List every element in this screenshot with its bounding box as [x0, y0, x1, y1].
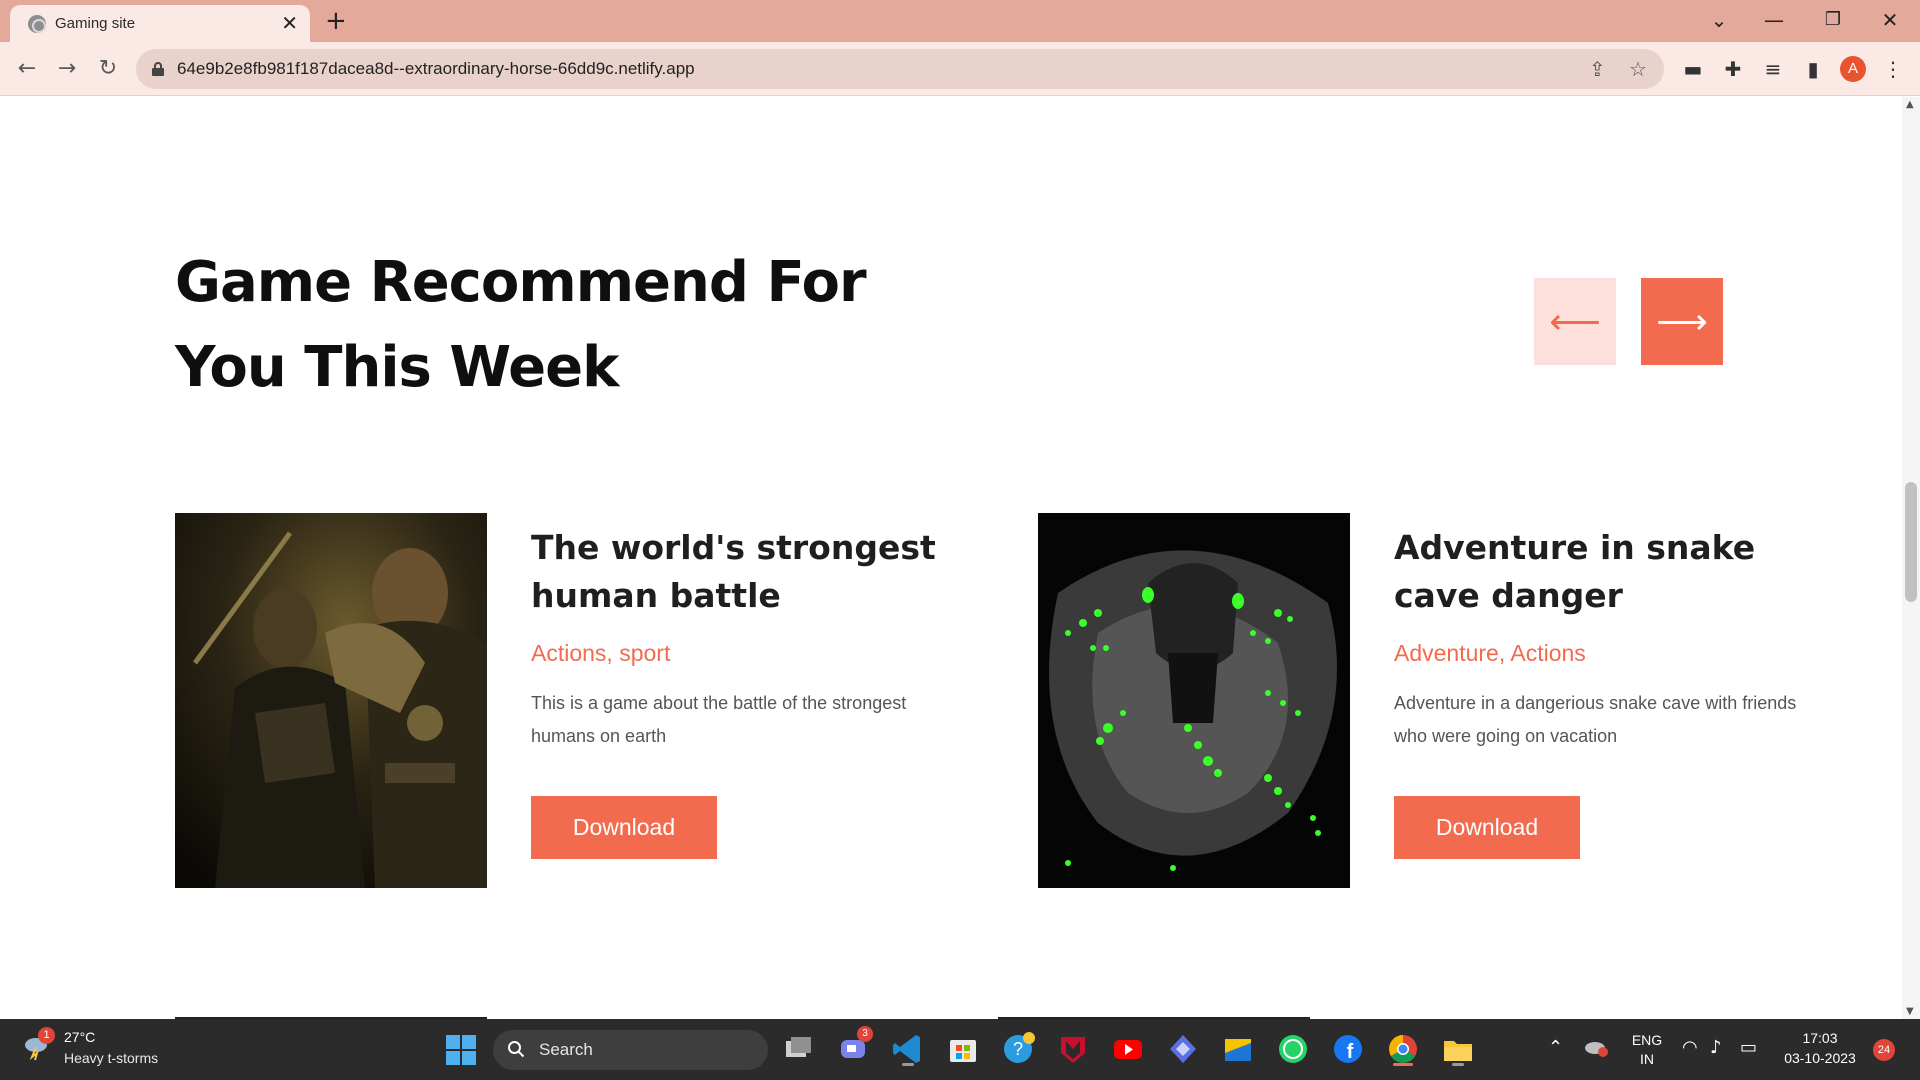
help-icon[interactable]: ? — [1000, 1031, 1036, 1067]
volume-icon[interactable]: ♪ — [1710, 1037, 1722, 1058]
svg-text:f: f — [1347, 1041, 1354, 1063]
card-2-download-button[interactable]: Download — [1394, 796, 1580, 859]
minimize-button[interactable]: — — [1754, 4, 1794, 36]
mcafee-icon[interactable] — [1055, 1031, 1091, 1067]
svg-text:?: ? — [1013, 1039, 1023, 1059]
show-hidden-icons-chevron-icon[interactable]: ⌃ — [1548, 1037, 1563, 1058]
scrollbar-thumb[interactable] — [1905, 482, 1917, 602]
taskbar-search-box[interactable]: Search — [493, 1030, 768, 1070]
windows-start-icon[interactable] — [446, 1035, 476, 1065]
address-bar[interactable]: 64e9b2e8fb981f187dacea8d--extraordinary-… — [136, 49, 1664, 89]
whatsapp-icon[interactable] — [1275, 1031, 1311, 1067]
scroll-up-arrow-icon[interactable]: ▲ — [1906, 99, 1914, 110]
notification-count-badge[interactable]: 24 — [1873, 1039, 1895, 1061]
heading-line-2: You This Week — [175, 335, 619, 400]
language-indicator-line1[interactable]: ENG — [1630, 1032, 1664, 1048]
reload-icon[interactable]: ↻ — [93, 54, 123, 84]
new-tab-button[interactable]: + — [325, 6, 347, 36]
search-placeholder: Search — [539, 1040, 593, 1059]
section-heading: Game Recommend For You This Week — [175, 240, 935, 410]
scroll-down-arrow-icon[interactable]: ▼ — [1906, 1006, 1914, 1017]
forward-arrow-icon[interactable]: → — [52, 54, 82, 84]
tab-title: Gaming site — [55, 15, 136, 32]
teams-chat-icon[interactable]: 3 — [835, 1026, 873, 1067]
weather-description[interactable]: Heavy t-storms — [64, 1050, 158, 1066]
page-scrollbar[interactable]: ▲ ▼ — [1902, 97, 1920, 1019]
profile-avatar[interactable]: A — [1840, 56, 1866, 82]
onedrive-error-icon[interactable] — [1582, 1033, 1610, 1061]
tab-search-chevron-icon[interactable]: ⌄ — [1699, 4, 1739, 36]
kebab-menu-icon[interactable]: ⋮ — [1878, 54, 1908, 84]
browser-tab-active[interactable]: Gaming site ✕ — [10, 5, 310, 42]
globe-favicon-icon — [28, 15, 46, 33]
page-viewport: Game Recommend For You This Week ⟵ ⟶ The… — [0, 97, 1902, 1019]
close-window-button[interactable]: ✕ — [1870, 4, 1910, 36]
weather-temperature[interactable]: 27°C — [64, 1029, 95, 1045]
action-fighters-image — [175, 513, 487, 888]
card-1-description: This is a game about the battle of the s… — [531, 693, 907, 746]
file-explorer-icon[interactable] — [1440, 1031, 1476, 1067]
windows-taskbar: 1 27°C Heavy t-storms Search 3 ? f ⌃ ENG… — [0, 1019, 1920, 1080]
browser-toolbar: ← → ↻ 64e9b2e8fb981f187dacea8d--extraord… — [0, 42, 1920, 96]
card-2-genre: Adventure, Actions — [1394, 640, 1586, 666]
card-1-title[interactable]: The world's strongest human battle — [531, 524, 951, 620]
cast-icon[interactable]: ▬ — [1678, 54, 1708, 84]
tab-close-icon[interactable]: ✕ — [281, 11, 298, 35]
media-control-icon[interactable]: ≡ — [1758, 54, 1788, 84]
battery-icon[interactable]: ▭ — [1740, 1037, 1757, 1058]
chrome-icon[interactable] — [1385, 1031, 1421, 1067]
bookmark-star-icon[interactable]: ☆ — [1629, 57, 1647, 81]
vscode-icon[interactable] — [890, 1031, 926, 1067]
teams-badge: 3 — [857, 1026, 873, 1042]
clock-date[interactable]: 03-10-2023 — [1780, 1050, 1860, 1066]
extensions-puzzle-icon[interactable]: ✚ — [1718, 54, 1748, 84]
facebook-icon[interactable]: f — [1330, 1031, 1366, 1067]
file-manager-icon[interactable] — [1220, 1031, 1256, 1067]
heading-line-1: Game Recommend For — [175, 250, 867, 315]
clock-time[interactable]: 17:03 — [1780, 1030, 1860, 1046]
search-icon — [508, 1041, 525, 1058]
carousel-next-button[interactable]: ⟶ — [1641, 278, 1723, 365]
lock-icon[interactable] — [152, 62, 164, 76]
restore-button[interactable]: ❐ — [1813, 4, 1853, 36]
carousel-prev-button[interactable]: ⟵ — [1534, 278, 1616, 365]
youtube-icon[interactable] — [1110, 1031, 1146, 1067]
back-arrow-icon[interactable]: ← — [12, 54, 42, 84]
url-text[interactable]: 64e9b2e8fb981f187dacea8d--extraordinary-… — [177, 59, 695, 79]
card-1-genre: Actions, sport — [531, 640, 671, 666]
browser-titlebar: Gaming site ✕ + ⌄ — ❐ ✕ — [0, 0, 1920, 42]
side-panel-icon[interactable]: ▮ — [1798, 54, 1828, 84]
share-icon[interactable]: ⇪ — [1589, 57, 1606, 81]
card-2-title[interactable]: Adventure in snake cave danger — [1394, 524, 1814, 620]
task-view-icon[interactable] — [780, 1031, 816, 1067]
card-2-description: Adventure in a dangerious snake cave wit… — [1394, 693, 1797, 746]
card-1-download-button[interactable]: Download — [531, 796, 717, 859]
green-snake-image — [1038, 513, 1350, 888]
language-indicator-line2[interactable]: IN — [1630, 1051, 1664, 1067]
microsoft-store-icon[interactable] — [945, 1031, 981, 1067]
wifi-icon[interactable]: ◠ — [1682, 1037, 1698, 1058]
weather-alert-badge: 1 — [38, 1027, 55, 1044]
copilot-icon[interactable] — [1165, 1031, 1201, 1067]
